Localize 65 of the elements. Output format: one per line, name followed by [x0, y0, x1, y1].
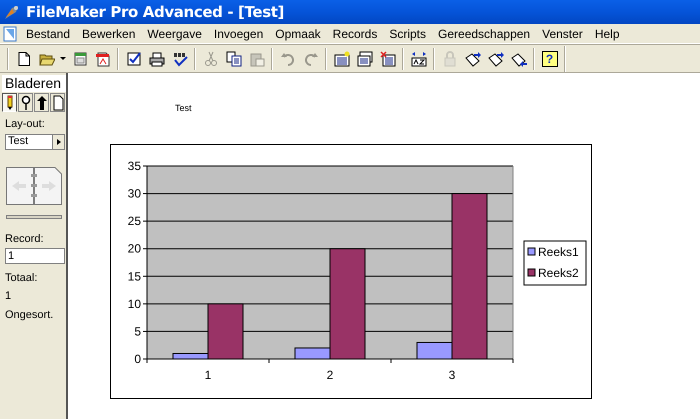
delete-record-icon — [380, 50, 396, 66]
document-icon[interactable] — [3, 26, 17, 42]
legend-label: Reeks1 — [538, 244, 579, 258]
pdf-icon — [94, 50, 110, 66]
menu-item[interactable]: Invoegen — [208, 24, 270, 42]
scissors-icon — [202, 50, 218, 66]
axis-label: 1 — [204, 368, 212, 382]
total-count: 1 — [5, 288, 12, 304]
table-icon — [72, 50, 88, 66]
page-icon — [52, 94, 64, 110]
send-icon — [488, 50, 504, 66]
undo-icon — [280, 50, 296, 66]
axis-label: 3 — [448, 368, 456, 382]
menu-item[interactable]: Bestand — [20, 24, 76, 42]
copy-icon — [226, 50, 242, 66]
browse-mode-tab[interactable] — [2, 93, 17, 112]
duplicate-icon — [356, 50, 372, 66]
menu-item[interactable]: Scripts — [383, 24, 432, 42]
axis-label: 20 — [128, 241, 141, 256]
axis-label: 15 — [128, 268, 141, 283]
chart-legend — [524, 240, 586, 285]
sort-icon — [410, 50, 426, 66]
layout-mode-tab[interactable] — [34, 93, 49, 112]
menu-item[interactable]: Opmaak — [269, 24, 327, 42]
layout-text: Test — [175, 102, 192, 115]
redo-icon — [302, 50, 318, 66]
axis-label: 30 — [128, 186, 141, 200]
new-document-icon — [16, 50, 32, 66]
arrow-icon — [36, 94, 48, 110]
layout-dropdown[interactable]: Test — [5, 134, 65, 150]
axis-label: 5 — [134, 324, 141, 338]
checkbox-icon — [126, 50, 142, 66]
window-title: FileMaker Pro Advanced - [Test] — [26, 2, 284, 23]
axis-label: 25 — [128, 214, 141, 228]
menu-item[interactable]: Bewerken — [76, 24, 142, 42]
legend-label: Reeks2 — [538, 266, 579, 280]
find-mode-tab[interactable] — [18, 93, 33, 112]
book-icon[interactable] — [6, 166, 62, 204]
caret-icon — [56, 138, 60, 144]
menu-item[interactable]: Records — [326, 24, 384, 42]
record-label: Record: — [5, 232, 45, 246]
sort-status: Ongesort. — [5, 308, 54, 323]
menu-item[interactable]: Venster — [536, 24, 589, 42]
clipboard-icon — [248, 50, 264, 66]
lock-icon — [442, 50, 458, 66]
app-icon — [3, 4, 20, 20]
menu-item[interactable]: Gereedschappen — [432, 24, 536, 42]
caret-icon — [60, 57, 66, 60]
mode-label: Bladeren — [2, 75, 66, 92]
spellcheck-icon — [172, 50, 188, 66]
send-icon — [464, 50, 480, 66]
receive-icon — [510, 50, 526, 66]
record-field[interactable]: 1 — [5, 248, 65, 264]
new-record-icon — [334, 50, 350, 66]
printer-icon — [148, 50, 164, 66]
axis-label: 2 — [326, 368, 334, 382]
layout-label: Lay-out: — [5, 117, 46, 132]
axis-label: 10 — [128, 296, 141, 310]
total-label: Totaal: — [5, 271, 38, 286]
magnifier-icon — [20, 94, 32, 110]
axis-label: 35 — [128, 158, 141, 172]
preview-mode-tab[interactable] — [50, 93, 65, 112]
menu-item[interactable]: Weergave — [141, 24, 208, 42]
axis-label: 0 — [134, 352, 141, 366]
menu-item[interactable]: Help — [588, 24, 626, 42]
